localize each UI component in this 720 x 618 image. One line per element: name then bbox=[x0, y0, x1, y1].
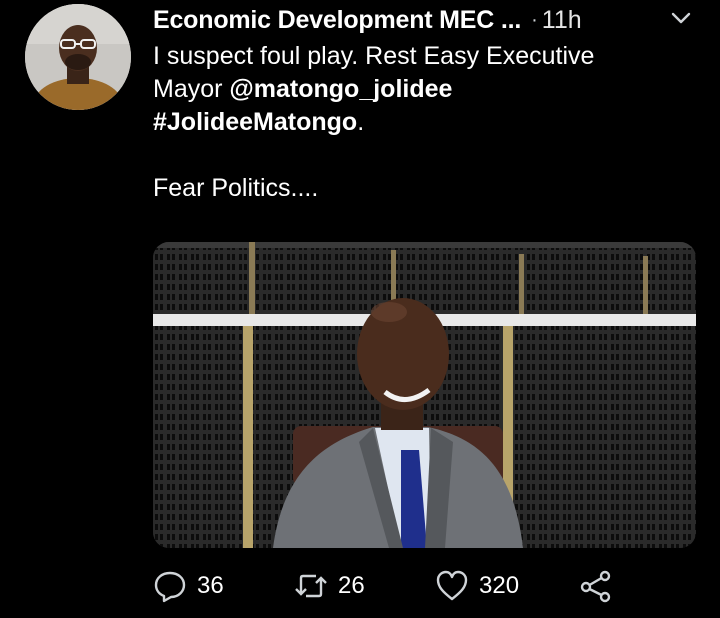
chevron-down-icon[interactable] bbox=[668, 8, 694, 28]
retweet-count: 26 bbox=[338, 572, 365, 599]
tweet-text-fragment: . bbox=[357, 108, 365, 136]
tweet-text-line: Fear Politics.... bbox=[153, 174, 319, 202]
time-separator: · bbox=[531, 8, 538, 31]
mention-link[interactable]: @matongo_jolidee bbox=[229, 75, 452, 103]
reply-icon bbox=[154, 571, 186, 603]
retweet-icon bbox=[295, 574, 327, 598]
reply-button[interactable]: 36 bbox=[153, 566, 224, 606]
avatar-photo bbox=[25, 4, 131, 110]
like-count: 320 bbox=[479, 572, 520, 599]
tweet-text-line: I suspect foul play. Rest Easy Executive bbox=[153, 42, 595, 70]
tweet-header: Economic Development MEC ... · 11h bbox=[153, 2, 700, 38]
share-button[interactable] bbox=[579, 566, 613, 606]
tweet-text: I suspect foul play. Rest Easy Executive… bbox=[153, 40, 703, 205]
tweet-text-fragment: Mayor bbox=[153, 75, 230, 103]
reply-count: 36 bbox=[197, 572, 224, 599]
retweet-button[interactable]: 26 bbox=[294, 566, 365, 606]
author-name[interactable]: Economic Development MEC ... bbox=[153, 6, 521, 35]
share-icon bbox=[580, 570, 611, 603]
hashtag-link[interactable]: #JolideeMatongo bbox=[153, 108, 357, 136]
media-photo bbox=[153, 242, 696, 548]
tweet-actions: 36 26 320 bbox=[153, 566, 623, 606]
tweet-text-line: #JolideeMatongo. bbox=[153, 106, 703, 139]
heart-icon bbox=[436, 570, 468, 601]
tweet-text-line: Mayor @matongo_jolidee bbox=[153, 73, 703, 106]
author-avatar[interactable] bbox=[25, 4, 131, 110]
tweet-timestamp[interactable]: 11h bbox=[542, 6, 582, 35]
tweet-media-image[interactable] bbox=[153, 242, 696, 548]
like-button[interactable]: 320 bbox=[435, 566, 519, 606]
